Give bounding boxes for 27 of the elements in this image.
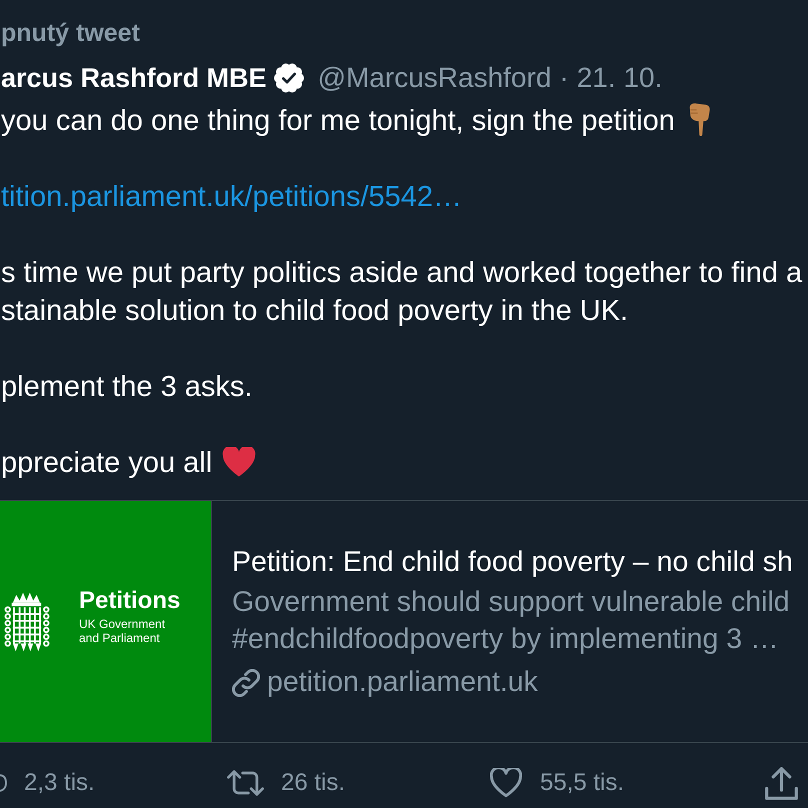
pinned-label: pnutý tweet [1, 18, 140, 49]
action-count: 26 tis. [281, 768, 346, 798]
heart-emoji-icon [222, 447, 256, 477]
tweet-link[interactable]: tition.parliament.uk/petitions/5542… [1, 178, 462, 216]
user-handle[interactable]: @MarcusRashford [318, 57, 552, 99]
separator-dot: · [559, 61, 569, 95]
share-icon[interactable] [765, 766, 798, 800]
heart-outline-icon[interactable] [490, 768, 522, 798]
link-icon [232, 668, 260, 696]
card-domain: petition.parliament.uk [267, 665, 538, 700]
tweet-text: plement the 3 asks. [1, 370, 252, 405]
tweet-text: ppreciate you all [1, 446, 212, 481]
link-card[interactable]: Petitions UK Government and Parliament Petition: End child food poverty – no child sh Government should support vulnerable child #endchildfoodpoverty by implementing 3 … petition.parliament.uk [0, 500, 808, 743]
tweet-date[interactable]: 21. 10. [576, 57, 662, 99]
card-title: Petition: End child food poverty – no child sh [232, 545, 793, 580]
portcullis-icon [4, 592, 50, 652]
logo-subtitle: UK Government [79, 616, 166, 630]
logo-subtitle: and Parliament [79, 630, 160, 644]
logo-title: Petitions [79, 586, 180, 614]
speech-bubble-icon[interactable] [0, 774, 7, 792]
tweet-text: s time we put party politics aside and worked together to find a stainable solution to child food poverty in the UK. [1, 256, 802, 329]
card-description: Government should support vulnerable child #endchildfoodpoverty by implementing 3 … [232, 585, 790, 657]
retweet-icon[interactable] [227, 770, 264, 796]
author-name[interactable]: arcus Rashford MBE [1, 58, 267, 98]
action-count: 2,3 tis. [24, 768, 95, 798]
action-count: 55,5 tis. [540, 768, 624, 798]
tweet-text: you can do one thing for me tonight, sign the petition [1, 104, 675, 139]
